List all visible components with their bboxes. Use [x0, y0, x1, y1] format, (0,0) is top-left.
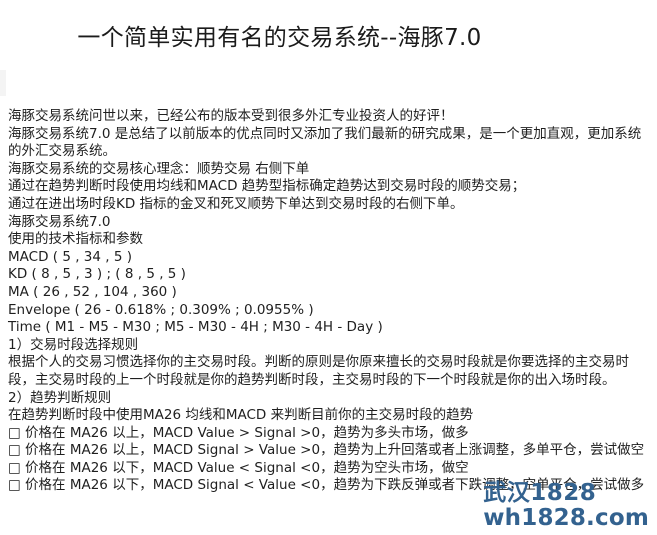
page-title: 一个简单实用有名的交易系统--海豚7.0: [77, 25, 482, 52]
paragraph: 在趋势判断时段中使用MA26 均线和MACD 来判断目前你的主交易时段的趋势: [8, 407, 474, 424]
bullet-item: □ 价格在 MA26 以上，MACD Value > Signal >0，趋势为…: [8, 424, 469, 441]
left-edge-marker: [0, 70, 6, 96]
watermark-brand: 武汉1828: [483, 480, 597, 507]
watermark-domain: wh1828.com: [483, 505, 649, 532]
site-watermark: 武汉1828 wh1828.com: [483, 481, 649, 531]
paragraph: 使用的技术指标和参数: [8, 231, 143, 248]
indicator-macd: MACD ( 5 , 34 , 5 ): [8, 248, 132, 265]
bullet-item: □ 价格在 MA26 以下，MACD Value < Signal <0，趋势为…: [8, 459, 469, 476]
paragraph: 根据个人的交易习惯选择你的主交易时段。判断的原则是你原来擅长的交易时段就是你要选…: [8, 354, 629, 388]
paragraph: 海豚交易系统7.0: [8, 213, 111, 230]
indicator-time: Time ( M1 - M5 - M30 ; M5 - M30 - 4H ; M…: [8, 319, 383, 336]
paragraph: 通过在进出场时段KD 指标的金叉和死叉顺势下单达到交易时段的右侧下单。: [8, 195, 464, 212]
indicator-ma: MA ( 26 , 52 , 104 , 360 ): [8, 283, 177, 300]
article-body: 海豚交易系统问世以来，已经公布的版本受到很多外汇专业投资人的好评！ 海豚交易系统…: [8, 108, 653, 495]
article-page: 一个简单实用有名的交易系统--海豚7.0 海豚交易系统问世以来，已经公布的版本受…: [0, 0, 657, 535]
indicator-kd: KD ( 8 , 5 , 3 ) ; ( 8 , 5 , 5 ): [8, 266, 186, 283]
paragraph: 海豚交易系统7.0 是总结了以前版本的优点同时又添加了我们最新的研究成果，是一个…: [8, 125, 642, 160]
paragraph: 海豚交易系统的交易核心理念：顺势交易 右侧下单: [8, 160, 310, 177]
paragraph: 通过在趋势判断时段使用均线和MACD 趋势型指标确定趋势达到交易时段的顺势交易；: [8, 178, 526, 195]
bullet-item: □ 价格在 MA26 以上，MACD Signal > Value >0，趋势为…: [8, 442, 645, 459]
indicator-envelope: Envelope ( 26 - 0.618% ; 0.309% ; 0.0955…: [8, 301, 314, 318]
rule-heading-1: 1）交易时段选择规则: [8, 336, 139, 353]
paragraph: 海豚交易系统问世以来，已经公布的版本受到很多外汇专业投资人的好评！: [8, 108, 454, 124]
rule-heading-2: 2）趋势判断规则: [8, 389, 112, 406]
